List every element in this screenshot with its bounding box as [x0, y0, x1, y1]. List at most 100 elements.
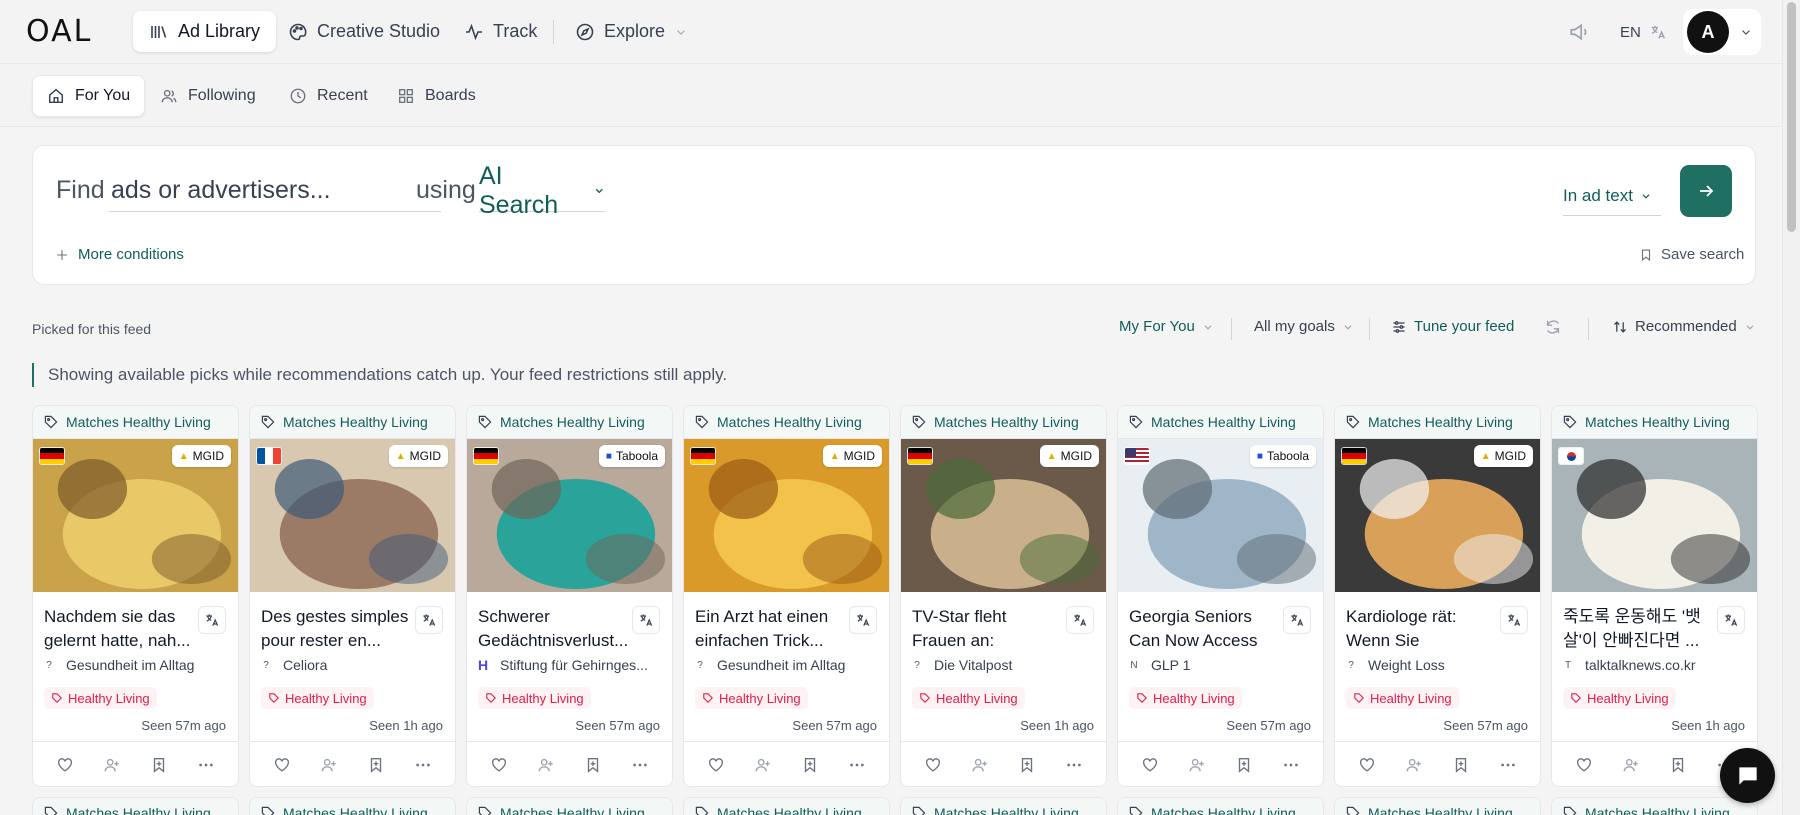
ad-card[interactable]: Matches Healthy Living	[249, 797, 456, 815]
ad-title[interactable]: 죽도록 운동해도 '뱃살'이 안빠진다면 ...	[1563, 605, 1713, 653]
follow-advertiser-icon[interactable]	[1188, 756, 1206, 774]
translate-button[interactable]	[415, 606, 443, 634]
ad-creative-image[interactable]: ▲ MGID	[33, 439, 238, 592]
advertiser-link[interactable]: ? Weight Loss	[1346, 657, 1536, 673]
ad-creative-image[interactable]: ▲ MGID	[901, 439, 1106, 592]
ad-card[interactable]: Matches Healthy Living	[1551, 797, 1758, 815]
advertiser-link[interactable]: T talktalknews.co.kr	[1563, 657, 1753, 673]
ad-card[interactable]: Matches Healthy Living	[32, 797, 239, 815]
category-tag[interactable]: Healthy Living	[695, 687, 808, 709]
follow-advertiser-icon[interactable]	[971, 756, 989, 774]
nav-explore[interactable]: Explore	[559, 11, 704, 52]
ad-creative-image[interactable]: ▲ MGID	[250, 439, 455, 592]
heart-icon[interactable]	[1358, 756, 1376, 774]
chat-button[interactable]	[1720, 748, 1775, 803]
refresh-feed-button[interactable]	[1544, 318, 1562, 336]
translate-button[interactable]	[1500, 606, 1528, 634]
goals-select[interactable]: All my goals	[1254, 318, 1354, 335]
bookmark-icon[interactable]	[584, 756, 602, 774]
ad-card[interactable]: Matches Healthy Living ■ Taboola Georgia…	[1117, 405, 1324, 787]
nav-track[interactable]: Track	[448, 11, 553, 52]
category-tag[interactable]: Healthy Living	[1346, 687, 1459, 709]
category-tag[interactable]: Healthy Living	[1563, 687, 1676, 709]
bookmark-icon[interactable]	[1018, 756, 1036, 774]
ad-card[interactable]: Matches Healthy Living ▲ MGID Ein Arzt h…	[683, 405, 890, 787]
ad-card[interactable]: Matches Healthy Living	[683, 797, 890, 815]
heart-icon[interactable]	[707, 756, 725, 774]
more-options-icon[interactable]	[414, 756, 432, 774]
advertiser-link[interactable]: H Stiftung für Gehirnges...	[478, 657, 668, 673]
search-submit-button[interactable]	[1680, 165, 1732, 217]
nav-ad-library[interactable]: Ad Library	[133, 11, 277, 52]
announcements-button[interactable]	[1568, 0, 1590, 64]
heart-icon[interactable]	[924, 756, 942, 774]
scrollbar-thumb[interactable]	[1787, 2, 1796, 232]
follow-advertiser-icon[interactable]	[103, 756, 121, 774]
tab-boards[interactable]: Boards	[383, 75, 490, 117]
ad-creative-image[interactable]: ▲ MGID	[684, 439, 889, 592]
follow-advertiser-icon[interactable]	[754, 756, 772, 774]
advertiser-link[interactable]: ? Gesundheit im Alltag	[695, 657, 885, 673]
tune-feed-button[interactable]: Tune your feed	[1391, 318, 1514, 335]
page-scrollbar[interactable]	[1782, 0, 1800, 815]
bookmark-icon[interactable]	[367, 756, 385, 774]
translate-button[interactable]	[198, 606, 226, 634]
category-tag[interactable]: Healthy Living	[261, 687, 374, 709]
tab-following[interactable]: Following	[146, 75, 270, 117]
heart-icon[interactable]	[1575, 756, 1593, 774]
ad-card[interactable]: Matches Healthy Living ■ Taboola Schwere…	[466, 405, 673, 787]
ad-creative-image[interactable]: ■ Taboola	[467, 439, 672, 592]
follow-advertiser-icon[interactable]	[1622, 756, 1640, 774]
more-options-icon[interactable]	[1499, 756, 1517, 774]
search-scope-select[interactable]: In ad text	[1563, 176, 1661, 216]
ad-card[interactable]: Matches Healthy Living ▲ MGID Nachdem si…	[32, 405, 239, 787]
translate-button[interactable]	[632, 606, 660, 634]
ad-title[interactable]: Des gestes simples pour rester en...	[261, 605, 411, 653]
ad-title[interactable]: Nachdem sie das gelernt hatte, nah...	[44, 605, 194, 653]
save-search-button[interactable]: Save search	[1639, 246, 1744, 263]
bookmark-icon[interactable]	[1235, 756, 1253, 774]
follow-advertiser-icon[interactable]	[537, 756, 555, 774]
heart-icon[interactable]	[1141, 756, 1159, 774]
more-options-icon[interactable]	[848, 756, 866, 774]
advertiser-link[interactable]: ? Die Vitalpost	[912, 657, 1102, 673]
heart-icon[interactable]	[273, 756, 291, 774]
search-input[interactable]	[109, 170, 441, 212]
ad-card[interactable]: Matches Healthy Living	[466, 797, 673, 815]
ad-creative-image[interactable]: ■ Taboola	[1118, 439, 1323, 592]
account-menu[interactable]: A	[1683, 9, 1761, 55]
translate-button[interactable]	[1717, 606, 1745, 634]
ad-title[interactable]: TV-Star fleht Frauen an: Stoppt...	[912, 605, 1062, 653]
more-options-icon[interactable]	[631, 756, 649, 774]
search-mode-select[interactable]: AI Search	[479, 162, 605, 219]
heart-icon[interactable]	[490, 756, 508, 774]
bookmark-icon[interactable]	[1452, 756, 1470, 774]
ad-creative-image[interactable]: ▲ MGID	[1335, 439, 1540, 592]
ad-title[interactable]: Georgia Seniors Can Now Access Powerful.…	[1129, 605, 1279, 653]
ad-title[interactable]: Kardiologe rät: Wenn Sie Bauchfe...	[1346, 605, 1496, 653]
more-options-icon[interactable]	[197, 756, 215, 774]
bookmark-icon[interactable]	[150, 756, 168, 774]
ad-card[interactable]: Matches Healthy Living 죽도록 운동해도 '뱃살'이 안빠…	[1551, 405, 1758, 787]
bookmark-icon[interactable]	[1669, 756, 1687, 774]
ad-title[interactable]: Schwerer Gedächtnisverlust...	[478, 605, 628, 653]
advertiser-link[interactable]: ? Celiora	[261, 657, 451, 673]
ad-creative-image[interactable]	[1552, 439, 1757, 592]
category-tag[interactable]: Healthy Living	[1129, 687, 1242, 709]
more-conditions-button[interactable]: More conditions	[55, 246, 184, 263]
translate-button[interactable]	[1283, 606, 1311, 634]
heart-icon[interactable]	[56, 756, 74, 774]
category-tag[interactable]: Healthy Living	[44, 687, 157, 709]
category-tag[interactable]: Healthy Living	[478, 687, 591, 709]
ad-card[interactable]: Matches Healthy Living	[1117, 797, 1324, 815]
language-switcher[interactable]: EN	[1620, 0, 1667, 64]
sort-select[interactable]: Recommended	[1612, 318, 1756, 335]
tab-recent[interactable]: Recent	[275, 75, 382, 117]
feed-select[interactable]: My For You	[1119, 318, 1214, 335]
category-tag[interactable]: Healthy Living	[912, 687, 1025, 709]
follow-advertiser-icon[interactable]	[320, 756, 338, 774]
ad-title[interactable]: Ein Arzt hat einen einfachen Trick...	[695, 605, 845, 653]
ad-card[interactable]: Matches Healthy Living	[1334, 797, 1541, 815]
brand-logo[interactable]: OAL	[26, 17, 92, 47]
more-options-icon[interactable]	[1282, 756, 1300, 774]
